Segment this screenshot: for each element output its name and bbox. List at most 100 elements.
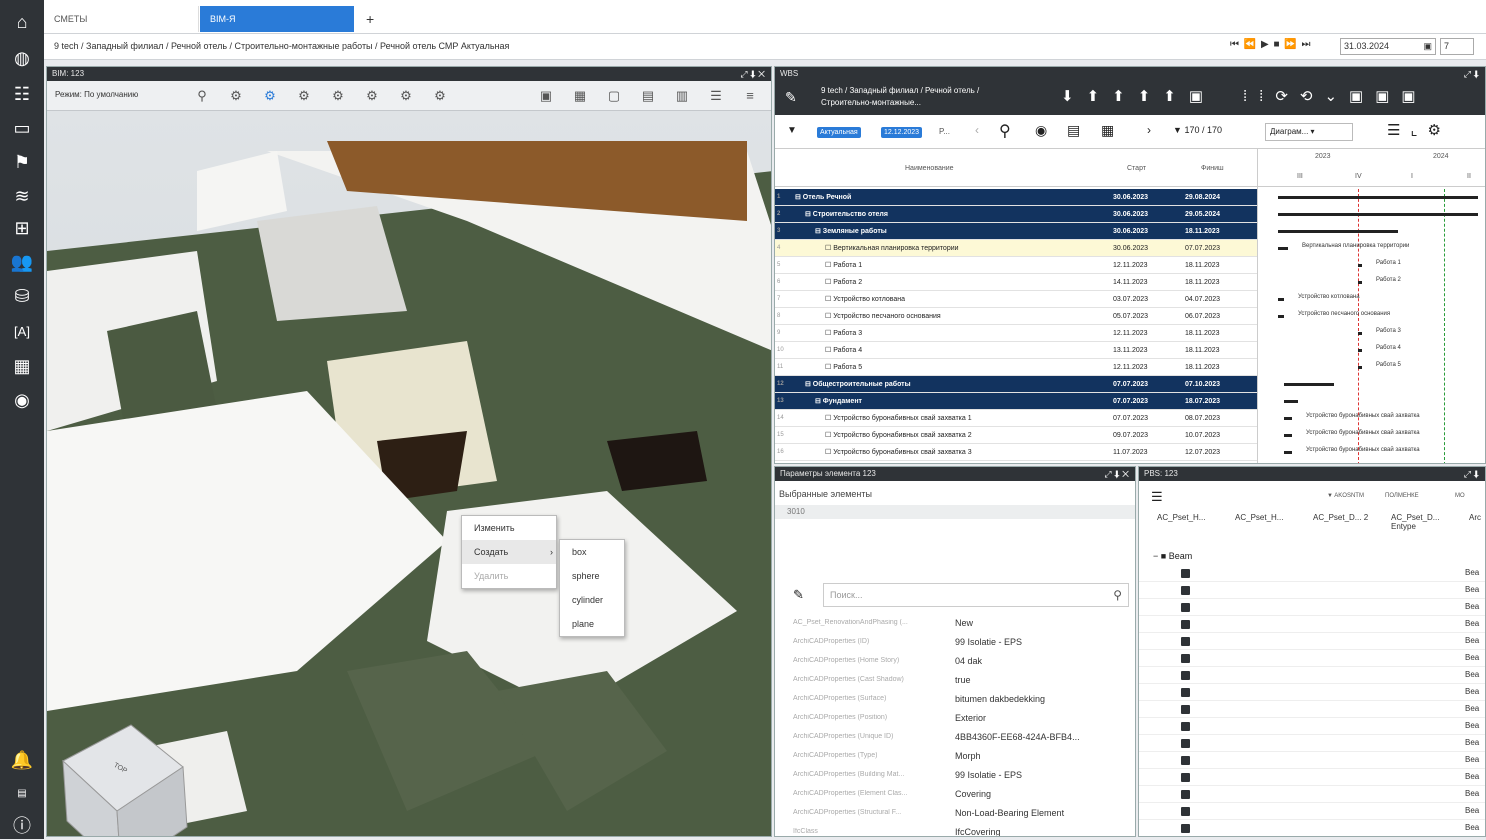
gantt-bar[interactable] <box>1358 349 1362 352</box>
table-row[interactable]: Bea <box>1139 786 1485 803</box>
column-start[interactable]: Старт <box>1127 165 1146 172</box>
property-value[interactable]: bitumen dakbedekking <box>955 694 1045 704</box>
search-icon[interactable]: ⚲ <box>999 121 1011 141</box>
column-header[interactable]: AC_Pset_H... <box>1157 513 1205 522</box>
filter-more[interactable]: P... <box>939 127 950 136</box>
filter-icon[interactable]: ⚙ <box>397 87 415 105</box>
filter-icon[interactable]: ⚙ <box>227 87 245 105</box>
checkbox[interactable] <box>1181 773 1190 782</box>
step-input[interactable]: 7 <box>1440 38 1474 55</box>
table-row[interactable]: Bea <box>1139 769 1485 786</box>
table-row[interactable]: 9 ☐ Работа 3 12.11.2023 18.11.2023 <box>775 325 1257 342</box>
pbs-toolbar-filter[interactable]: ▼ AKOSNTM <box>1327 493 1364 499</box>
settings-icon[interactable]: ≡ <box>741 87 759 105</box>
grid-icon[interactable]: ⊞ <box>8 214 36 242</box>
gantt-bar[interactable] <box>1358 264 1362 267</box>
pencil-icon[interactable]: ✎ <box>785 89 797 106</box>
list-icon[interactable]: ☰ <box>707 87 725 105</box>
table-row[interactable]: Bea <box>1139 633 1485 650</box>
property-value[interactable]: Non-Load-Bearing Element <box>955 808 1064 818</box>
view-icon[interactable]: ▤ <box>639 87 657 105</box>
gantt-bar[interactable] <box>1358 366 1362 369</box>
gantt-bar[interactable] <box>1278 213 1478 216</box>
panel-controls[interactable]: ⤢ ⬇ ✕ <box>1104 467 1129 481</box>
checkbox[interactable] <box>1181 722 1190 731</box>
gantt-bar[interactable] <box>1284 451 1292 454</box>
table-row[interactable]: Bea <box>1139 803 1485 820</box>
table-row[interactable]: Bea <box>1139 701 1485 718</box>
table-row[interactable]: Bea <box>1139 565 1485 582</box>
gantt-bar[interactable] <box>1278 230 1398 233</box>
gantt-bar[interactable] <box>1358 332 1362 335</box>
checkbox[interactable] <box>1181 705 1190 714</box>
property-value[interactable]: true <box>955 675 971 685</box>
table-row[interactable]: Bea <box>1139 650 1485 667</box>
checkbox[interactable] <box>1181 586 1190 595</box>
table-row[interactable]: Bea <box>1139 718 1485 735</box>
selected-element[interactable]: 3010 <box>775 505 1135 519</box>
date-input[interactable]: 31.03.2024 ▣ <box>1340 38 1436 55</box>
property-value[interactable]: 99 Isolatie - EPS <box>955 770 1022 780</box>
globe-icon[interactable]: ◍ <box>8 44 36 72</box>
checkbox[interactable] <box>1181 637 1190 646</box>
settings-icons[interactable]: ☰⌞⚙ <box>1387 121 1451 139</box>
eye-icon[interactable]: ◉ <box>1035 122 1047 139</box>
gantt-bar[interactable] <box>1278 247 1288 250</box>
checkbox[interactable] <box>1181 756 1190 765</box>
panel-controls[interactable]: ⤢ ⬇ ✕ <box>740 67 765 81</box>
property-value[interactable]: 99 Isolatie - EPS <box>955 637 1022 647</box>
text-annotation-icon[interactable]: [A] <box>8 318 36 346</box>
menu-item-delete[interactable]: Удалить <box>462 564 556 588</box>
home-icon[interactable]: ⌂ <box>8 8 36 36</box>
table-row[interactable]: 12 ⊟ Общестроительные работы 07.07.2023 07.… <box>775 376 1257 393</box>
table-row[interactable]: 15 ☐ Устройство буронабивных свай захватк… <box>775 427 1257 444</box>
submenu-item-sphere[interactable]: sphere <box>560 564 624 588</box>
chevron-right-icon[interactable]: › <box>1147 123 1151 137</box>
layers-icon[interactable]: ≋ <box>8 182 36 210</box>
filter-count[interactable]: ▼ 170 / 170 <box>1173 125 1222 135</box>
pbs-toolbar-view[interactable]: ПОЛМЕНКЕ <box>1385 493 1419 499</box>
table-row[interactable]: 5 ☐ Работа 1 12.11.2023 18.11.2023 <box>775 257 1257 274</box>
group-row-beam[interactable]: − ■ Beam <box>1153 551 1192 561</box>
checkbox[interactable] <box>1181 620 1190 629</box>
table-row[interactable]: 16 ☐ Устройство буронабивных свай захватк… <box>775 444 1257 461</box>
calendar-icon[interactable]: ▣ <box>1423 39 1432 54</box>
table-row[interactable]: 1 ⊟ Отель Речной 30.06.2023 29.08.2024 <box>775 189 1257 206</box>
calendar-icon[interactable]: ▦ <box>1101 122 1114 139</box>
eye-icon[interactable]: ◉ <box>8 386 36 414</box>
property-value[interactable]: Covering <box>955 789 991 799</box>
mode-select[interactable]: Режим: По умолчанию <box>55 90 138 99</box>
checkbox[interactable] <box>1181 671 1190 680</box>
gantt-bar[interactable] <box>1284 383 1334 386</box>
checkbox[interactable] <box>1181 739 1190 748</box>
filter-icon[interactable]: ⚙ <box>431 87 449 105</box>
export-icons[interactable]: ⬇⬆⬆⬆⬆▣ <box>1061 87 1216 105</box>
filter-icon[interactable]: ⚙ <box>329 87 347 105</box>
view-icons[interactable]: ⁞⁞⟳⟲⌄▣▣▣ <box>1243 87 1428 105</box>
pencil-icon[interactable]: ✎ <box>793 587 804 603</box>
property-value[interactable]: IfcCovering <box>955 827 1001 836</box>
gantt-bar[interactable] <box>1278 298 1284 301</box>
gantt-bar[interactable] <box>1284 417 1292 420</box>
filter-icon[interactable]: ⚙ <box>295 87 313 105</box>
filter-chip-date[interactable]: 12.12.2023 <box>881 127 923 138</box>
table-icon[interactable]: ▤ <box>1067 122 1080 139</box>
gantt-bar[interactable] <box>1278 315 1284 318</box>
table-row[interactable]: 8 ☐ Устройство песчаного основания 05.07.2… <box>775 308 1257 325</box>
flag-icon[interactable]: ⚑ <box>8 148 36 176</box>
table-row[interactable]: 3 ⊟ Земляные работы 30.06.2023 18.11.2023 <box>775 223 1257 240</box>
gantt-bar[interactable] <box>1358 281 1362 284</box>
filter-chip-actual[interactable]: Актуальная <box>817 127 861 138</box>
property-value[interactable]: 04 dak <box>955 656 982 666</box>
table-row[interactable]: 11 ☐ Работа 5 12.11.2023 18.11.2023 <box>775 359 1257 376</box>
view-icon[interactable]: ▢ <box>605 87 623 105</box>
checkbox[interactable] <box>1181 688 1190 697</box>
column-header[interactable]: AC_Pset_D... 2 <box>1313 513 1383 522</box>
submenu-item-plane[interactable]: plane <box>560 612 624 636</box>
checkbox[interactable] <box>1181 654 1190 663</box>
users-icon[interactable]: 👥 <box>8 248 36 276</box>
panel-controls[interactable]: ⤢ ⬇ <box>1464 67 1479 81</box>
gantt-bar[interactable] <box>1284 434 1292 437</box>
table-row[interactable]: 7 ☐ Устройство котлована 03.07.2023 04.07.2… <box>775 291 1257 308</box>
column-header[interactable]: AC_Pset_H... <box>1235 513 1283 522</box>
